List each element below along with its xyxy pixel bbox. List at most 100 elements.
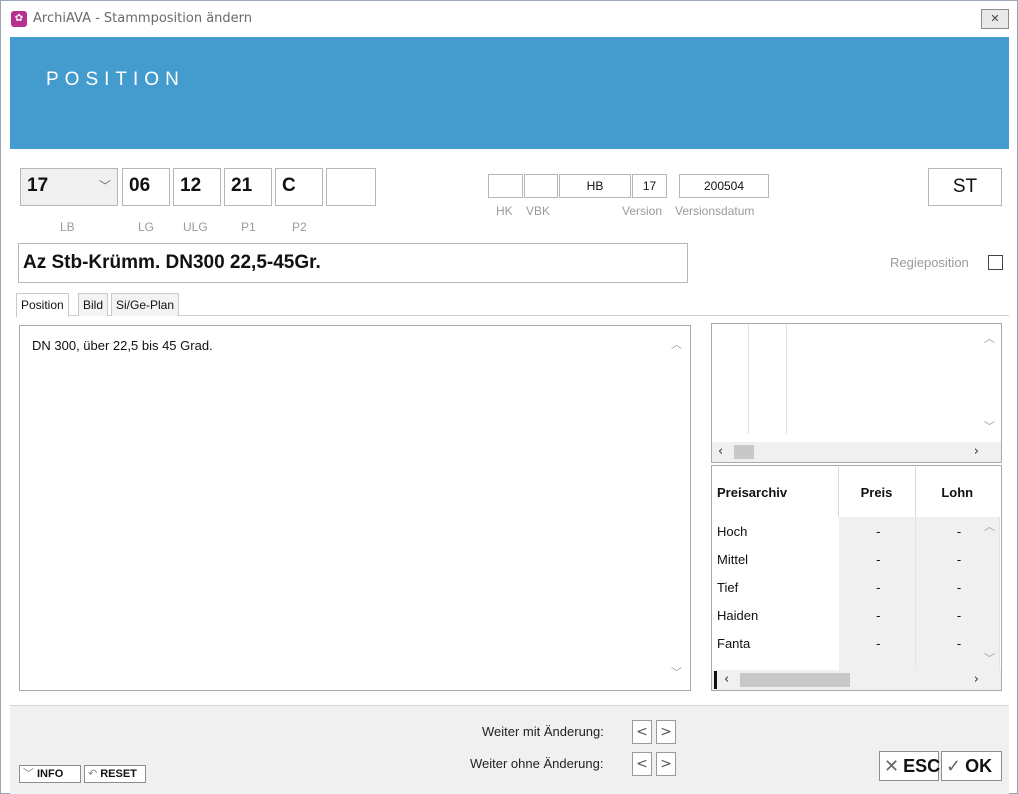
p1-value: 21: [231, 175, 253, 196]
row-name: Haiden: [717, 607, 759, 623]
checkmark-icon: ✓: [946, 756, 962, 776]
scroll-up-icon[interactable]: ︿: [671, 336, 682, 352]
weiter-ohne-next-button[interactable]: >: [656, 752, 676, 776]
table-row[interactable]: Tief - -: [713, 573, 1000, 601]
scroll-right-icon[interactable]: ›: [974, 672, 979, 687]
scroll-down-icon[interactable]: ﹀: [671, 664, 682, 680]
chevron-down-icon: ﹀: [98, 179, 111, 193]
scroll-right-icon[interactable]: ›: [974, 444, 979, 459]
banner-title: POSITION: [46, 69, 185, 90]
lohn-header: Lohn: [941, 484, 974, 500]
weiter-mit-prev-button[interactable]: <: [632, 720, 652, 744]
close-icon: ✕: [884, 756, 900, 776]
vbk-label: VBK: [526, 204, 551, 218]
row-preis: -: [838, 629, 916, 657]
footer-bar: Weiter mit Änderung: < > Weiter ohne Änd…: [10, 705, 1009, 794]
tab-bild[interactable]: Bild: [78, 293, 109, 316]
row-lohn: -: [915, 545, 1000, 573]
version-field[interactable]: 17: [632, 174, 667, 198]
scroll-up-icon[interactable]: ︿: [984, 518, 995, 534]
hb-field[interactable]: HB: [559, 174, 631, 198]
table-row[interactable]: Fanta - -: [713, 629, 1000, 657]
hk-field[interactable]: [488, 174, 523, 198]
esc-label: ESC: [903, 756, 941, 776]
vbk-field[interactable]: [524, 174, 558, 198]
header-banner: POSITION: [10, 37, 1009, 149]
hk-label: HK: [496, 204, 513, 218]
weiter-mit-label: Weiter mit Änderung:: [482, 724, 604, 739]
row-name: Fanta: [717, 635, 751, 651]
lg-value: 06: [129, 175, 151, 196]
p2-label: P2: [292, 220, 307, 234]
table-row[interactable]: Haiden - -: [713, 601, 1000, 629]
row-marker: [714, 671, 717, 689]
extra-field[interactable]: [326, 168, 376, 206]
structure-panel[interactable]: ︿ ﹀ ‹ ›: [711, 323, 1002, 463]
horizontal-scrollbar[interactable]: ‹ ›: [712, 442, 1001, 462]
lg-field[interactable]: 06: [122, 168, 170, 206]
ulg-label: ULG: [183, 220, 208, 234]
scroll-left-icon[interactable]: ‹: [724, 672, 729, 687]
row-name: Mittel: [717, 551, 749, 567]
long-text-panel[interactable]: DN 300, über 22,5 bis 45 Grad. ︿ ﹀: [19, 325, 691, 691]
row-preis: -: [838, 517, 916, 545]
weiter-ohne-prev-button[interactable]: <: [632, 752, 652, 776]
lb-label: LB: [60, 220, 75, 234]
horizontal-scrollbar[interactable]: ‹ ›: [712, 670, 1001, 690]
ok-label: OK: [965, 756, 993, 776]
scroll-down-icon[interactable]: ﹀: [984, 418, 995, 434]
preis-header: Preis: [838, 467, 916, 517]
version-label: Version: [622, 204, 663, 218]
ulg-field[interactable]: 12: [173, 168, 221, 206]
lb-value: 17: [27, 175, 49, 196]
column-divider: [786, 324, 787, 434]
ulg-value: 12: [180, 175, 202, 196]
p2-value: C: [282, 175, 296, 196]
ok-button[interactable]: ✓ OK: [941, 751, 1002, 781]
row-preis: -: [838, 601, 916, 629]
close-button[interactable]: ✕: [981, 9, 1009, 29]
dialog-window: ✿ ArchiAVA - Stammposition ändern ✕ POSI…: [0, 0, 1018, 794]
regie-label: Regieposition: [890, 255, 969, 270]
long-text-value: DN 300, über 22,5 bis 45 Grad.: [32, 338, 213, 353]
lg-label: LG: [138, 220, 155, 234]
preisarchiv-header: Preisarchiv: [713, 467, 839, 517]
short-text-value: Az Stb-Krümm. DN300 22,5-45Gr.: [23, 252, 321, 273]
weiter-ohne-label: Weiter ohne Änderung:: [470, 756, 604, 771]
title-bar: ✿ ArchiAVA - Stammposition ändern ✕: [1, 1, 1017, 37]
versionsdatum-label: Versionsdatum: [675, 204, 755, 218]
row-lohn: -: [915, 573, 1000, 601]
table-row[interactable]: Mittel - -: [713, 545, 1000, 573]
undo-icon: ↶: [88, 768, 98, 780]
row-preis: -: [838, 573, 916, 601]
short-text-input[interactable]: Az Stb-Krümm. DN300 22,5-45Gr.: [18, 243, 688, 283]
window-title: ArchiAVA - Stammposition ändern: [33, 11, 253, 26]
tab-sige-plan[interactable]: Si/Ge-Plan: [111, 293, 180, 316]
p1-label: P1: [241, 220, 256, 234]
tab-position[interactable]: Position: [16, 293, 69, 317]
scroll-left-icon[interactable]: ‹: [718, 444, 723, 459]
scroll-thumb[interactable]: [734, 445, 754, 459]
table-row[interactable]: Hoch - -: [713, 517, 1000, 545]
row-preis: -: [838, 545, 916, 573]
lb-select[interactable]: 17 ﹀: [20, 168, 118, 206]
table-header-row: Preisarchiv Preis Lohn: [713, 467, 1000, 517]
scroll-down-icon[interactable]: ﹀: [984, 650, 995, 666]
esc-button[interactable]: ✕ ESC: [879, 751, 941, 781]
reset-label: RESET: [100, 768, 137, 780]
row-lohn: -: [915, 601, 1000, 629]
info-button[interactable]: ﹀ INFO: [19, 765, 81, 783]
info-label: INFO: [37, 768, 64, 780]
versionsdatum-field[interactable]: 200504: [679, 174, 769, 198]
weiter-mit-next-button[interactable]: >: [656, 720, 676, 744]
scroll-up-icon[interactable]: ︿: [984, 330, 995, 346]
reset-button[interactable]: ↶ RESET: [84, 765, 146, 783]
unit-field[interactable]: ST: [928, 168, 1002, 206]
regie-checkbox[interactable]: [988, 255, 1003, 270]
content-area: 17 ﹀ LB 06 LG 12 ULG 21 P1 C P2 HK VBK H…: [10, 149, 1009, 794]
p2-field[interactable]: C: [275, 168, 323, 206]
price-archive-panel[interactable]: Preisarchiv Preis Lohn Hoch - - Mittel -…: [711, 465, 1002, 691]
chevron-down-icon: ﹀: [23, 768, 34, 780]
p1-field[interactable]: 21: [224, 168, 272, 206]
scroll-thumb[interactable]: [740, 673, 850, 687]
